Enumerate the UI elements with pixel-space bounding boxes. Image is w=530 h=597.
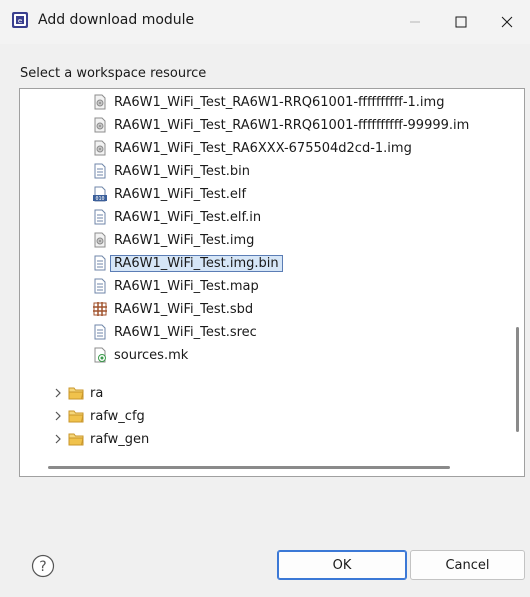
vertical-scrollbar[interactable]: [516, 327, 519, 432]
chevron-right-icon[interactable]: [52, 410, 64, 422]
app-icon: e: [12, 12, 28, 28]
maximize-button[interactable]: [438, 0, 484, 44]
tree-item[interactable]: RA6W1_WiFi_Test.map: [92, 275, 259, 297]
tree-item[interactable]: sources.mk: [92, 344, 188, 366]
minimize-button[interactable]: [392, 0, 438, 44]
tree-item-label: RA6W1_WiFi_Test_RA6W1-RRQ61001-fffffffff…: [114, 94, 445, 110]
help-icon[interactable]: ?: [31, 554, 55, 578]
tree-item-label: RA6W1_WiFi_Test.img.bin: [110, 254, 283, 272]
tree-item[interactable]: RA6W1_WiFi_Test.img: [92, 229, 254, 251]
grid-file-icon: [93, 302, 107, 316]
ok-button[interactable]: OK: [277, 550, 407, 580]
text-file-icon: [94, 209, 106, 225]
tree-item-label: RA6W1_WiFi_Test.sbd: [114, 301, 254, 317]
tree-item[interactable]: RA6W1_WiFi_Test.sbd: [92, 298, 253, 320]
tree-item-label: rafw_cfg: [90, 408, 145, 424]
instruction-label: Select a workspace resource: [20, 66, 207, 81]
tree-item-label: rafw_gen: [90, 431, 150, 447]
tree-item[interactable]: 010 RA6W1_WiFi_Test.elf: [92, 183, 246, 205]
tree-item-label: RA6W1_WiFi_Test.elf: [114, 186, 247, 202]
text-file-icon: [94, 163, 106, 179]
tree-item-label: RA6W1_WiFi_Test.map: [114, 278, 259, 294]
horizontal-scrollbar[interactable]: [48, 466, 450, 469]
tree-item[interactable]: RA6W1_WiFi_Test_RA6W1-RRQ61001-fffffffff…: [92, 91, 444, 113]
tree-item-label: RA6W1_WiFi_Test_RA6W1-RRQ61001-fffffffff…: [114, 117, 470, 133]
cancel-button[interactable]: Cancel: [410, 550, 525, 580]
svg-text:010: 010: [95, 196, 104, 202]
window-title: Add download module: [38, 12, 195, 28]
resource-tree[interactable]: RA6W1_WiFi_Test_RA6W1-RRQ61001-fffffffff…: [19, 88, 525, 477]
img-file-icon: [94, 232, 106, 248]
tree-item[interactable]: RA6W1_WiFi_Test_RA6W1-RRQ61001-fffffffff…: [92, 114, 469, 136]
tree-item-label: sources.mk: [114, 347, 189, 363]
tree-folder[interactable]: ra: [52, 382, 103, 404]
tree-item-label: RA6W1_WiFi_Test_RA6XXX-675504d2cd-1.img: [114, 140, 412, 156]
img-file-icon: [94, 117, 106, 133]
chevron-right-icon[interactable]: [52, 433, 64, 445]
tree-item-label: RA6W1_WiFi_Test.elf.in: [114, 209, 262, 225]
close-button[interactable]: [484, 0, 530, 44]
tree-item[interactable]: RA6W1_WiFi_Test.elf.in: [92, 206, 261, 228]
makefile-icon: [94, 347, 106, 363]
folder-icon: [68, 410, 84, 423]
svg-text:?: ?: [39, 559, 46, 575]
tree-item[interactable]: RA6W1_WiFi_Test_RA6XXX-675504d2cd-1.img: [92, 137, 412, 159]
minimize-icon: [410, 21, 420, 23]
tree-item-label: ra: [90, 385, 104, 401]
text-file-icon: [94, 255, 106, 271]
tree-item-label: RA6W1_WiFi_Test.bin: [114, 163, 250, 179]
tree-item-label: RA6W1_WiFi_Test.srec: [114, 324, 257, 340]
tree-item[interactable]: RA6W1_WiFi_Test.bin: [92, 160, 250, 182]
tree-item[interactable]: RA6W1_WiFi_Test.srec: [92, 321, 257, 343]
tree-folder[interactable]: rafw_gen: [52, 428, 149, 450]
binary-file-icon: 010: [93, 186, 107, 202]
tree-item-label: RA6W1_WiFi_Test.img: [114, 232, 255, 248]
chevron-right-icon[interactable]: [52, 387, 64, 399]
text-file-icon: [94, 324, 106, 340]
close-icon: [501, 16, 513, 28]
text-file-icon: [94, 278, 106, 294]
title-bar: e Add download module: [0, 0, 530, 44]
img-file-icon: [94, 94, 106, 110]
folder-icon: [68, 433, 84, 446]
tree-folder[interactable]: rafw_cfg: [52, 405, 145, 427]
maximize-icon: [455, 16, 467, 28]
tree-item-selected[interactable]: RA6W1_WiFi_Test.img.bin: [92, 252, 283, 274]
svg-text:e: e: [18, 17, 22, 25]
folder-icon: [68, 387, 84, 400]
img-file-icon: [94, 140, 106, 156]
